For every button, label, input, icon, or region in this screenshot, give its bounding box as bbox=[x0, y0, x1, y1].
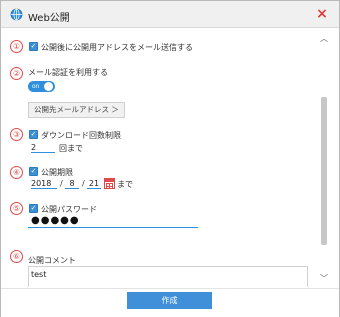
year-input[interactable]: 2018 bbox=[31, 179, 57, 189]
close-icon[interactable]: × bbox=[314, 6, 330, 22]
step-number-3: ③ bbox=[10, 128, 23, 141]
title-bar: Web公開 × bbox=[1, 1, 339, 28]
send-address-checkbox[interactable]: ✓ bbox=[29, 42, 38, 51]
dialog-title: Web公開 bbox=[28, 13, 70, 24]
password-checkbox[interactable]: ✓ bbox=[29, 204, 38, 213]
scroll-thumb[interactable] bbox=[321, 97, 327, 245]
toggle-state-text: on bbox=[32, 83, 40, 90]
period-suffix: まで bbox=[117, 180, 133, 189]
step-number-4: ④ bbox=[10, 166, 23, 179]
scroll-down-arrow-icon[interactable]: ﹀ bbox=[319, 275, 329, 283]
date-sep-2: / bbox=[82, 179, 85, 188]
download-count-input[interactable]: 2 bbox=[31, 143, 55, 153]
step-number-1: ① bbox=[10, 40, 23, 53]
comment-text: test bbox=[31, 270, 47, 279]
period-checkbox[interactable]: ✓ bbox=[29, 167, 38, 176]
send-address-label: 公開後に公開用アドレスをメール送信する bbox=[41, 43, 193, 52]
calendar-icon[interactable] bbox=[104, 178, 115, 189]
calendar-header bbox=[105, 179, 114, 182]
toggle-knob bbox=[44, 82, 53, 91]
password-input[interactable]: ●●●●● bbox=[31, 215, 80, 226]
globe-icon bbox=[10, 8, 23, 21]
step-number-2: ② bbox=[10, 67, 23, 80]
download-count-suffix: 回まで bbox=[59, 144, 83, 153]
day-input[interactable]: 21 bbox=[87, 179, 101, 189]
recipient-address-button[interactable]: 公開先メールアドレス ＞ bbox=[28, 102, 125, 118]
dialog-footer: 作成 bbox=[1, 288, 339, 317]
scroll-up-arrow-icon[interactable]: ︿ bbox=[319, 35, 329, 43]
dialog-content: ① ✓ 公開後に公開用アドレスをメール送信する ② メール認証を利用する on … bbox=[1, 29, 319, 287]
date-sep-1: / bbox=[60, 179, 63, 188]
web-publish-dialog: Web公開 × ① ✓ 公開後に公開用アドレスをメール送信する ② メール認証を… bbox=[0, 0, 340, 317]
month-input[interactable]: 8 bbox=[65, 179, 79, 189]
period-label: 公開期限 bbox=[41, 168, 73, 177]
step-number-5: ⑤ bbox=[10, 202, 23, 215]
step-number-6: ⑥ bbox=[10, 250, 23, 263]
mail-auth-label: メール認証を利用する bbox=[28, 68, 108, 77]
comment-label: 公開コメント bbox=[28, 256, 76, 265]
password-label: 公開パスワード bbox=[41, 205, 97, 214]
download-limit-label: ダウンロード回数制限 bbox=[41, 131, 121, 140]
comment-textarea[interactable]: test bbox=[28, 266, 308, 287]
vertical-scrollbar[interactable]: ︿ ﹀ bbox=[319, 31, 329, 286]
download-limit-checkbox[interactable]: ✓ bbox=[29, 130, 38, 139]
password-underline bbox=[28, 227, 198, 228]
mail-auth-toggle[interactable]: on bbox=[28, 81, 55, 92]
calendar-grid bbox=[106, 183, 113, 188]
create-button[interactable]: 作成 bbox=[127, 292, 212, 309]
